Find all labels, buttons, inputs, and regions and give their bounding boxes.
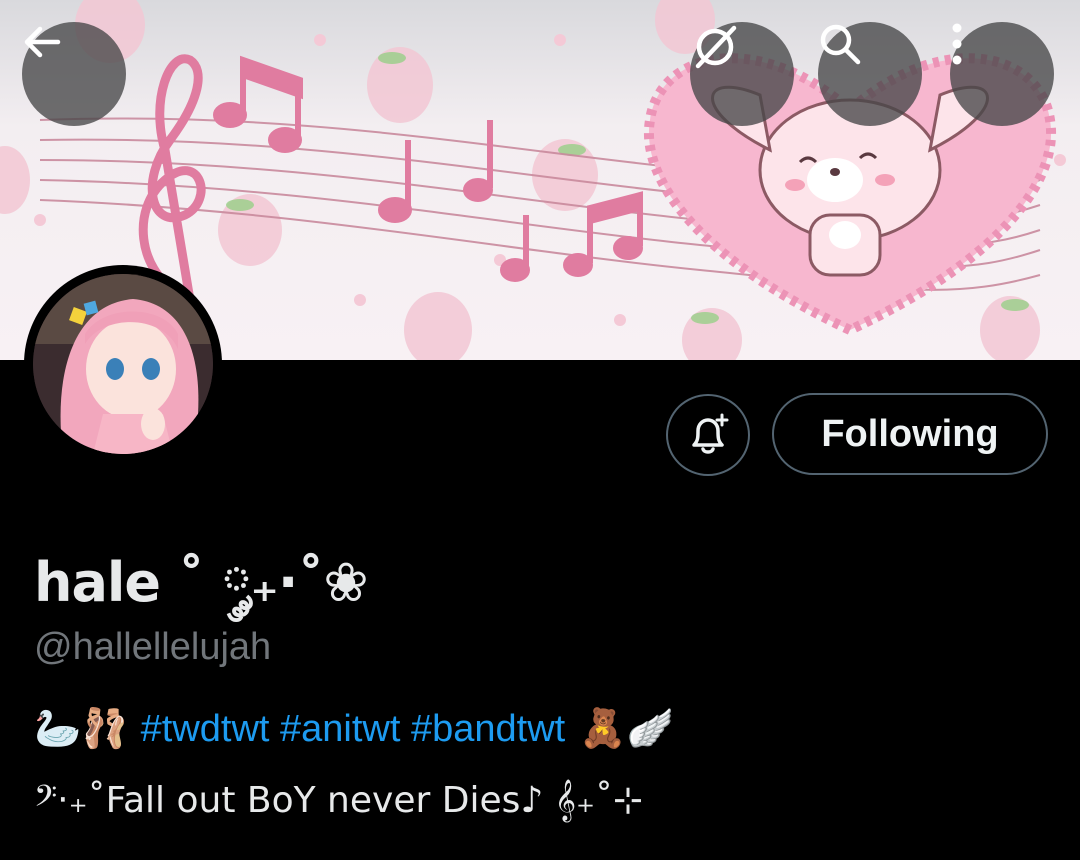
profile-avatar[interactable] [24, 265, 222, 463]
avatar-image [33, 274, 213, 454]
user-handle: @hallellelujah [34, 626, 272, 668]
bell-plus-icon [692, 413, 729, 454]
following-button[interactable]: Following [772, 393, 1048, 475]
back-button[interactable] [22, 22, 126, 126]
more-options-button[interactable] [950, 22, 1054, 126]
bio-line-2: 𝄢⋅₊˚Fall out BoY never Dies♪ 𝄞₊˚⊹ [34, 780, 644, 821]
teddy-wing-emoji: 🧸🪽 [579, 708, 674, 750]
grok-icon [695, 25, 737, 69]
bio-hashtags[interactable]: #twdtwt #anitwt #bandtwt [141, 708, 566, 751]
notifications-button[interactable] [666, 394, 750, 476]
more-vertical-icon [952, 23, 962, 65]
bio-line-1: 🦢🩰 #twdtwt #anitwt #bandtwt 🧸🪽 [34, 707, 674, 751]
grok-button[interactable] [690, 22, 794, 126]
search-button[interactable] [818, 22, 922, 126]
swan-ballet-emoji: 🦢🩰 [34, 708, 129, 750]
arrow-left-icon [24, 26, 61, 58]
search-icon [820, 24, 861, 65]
